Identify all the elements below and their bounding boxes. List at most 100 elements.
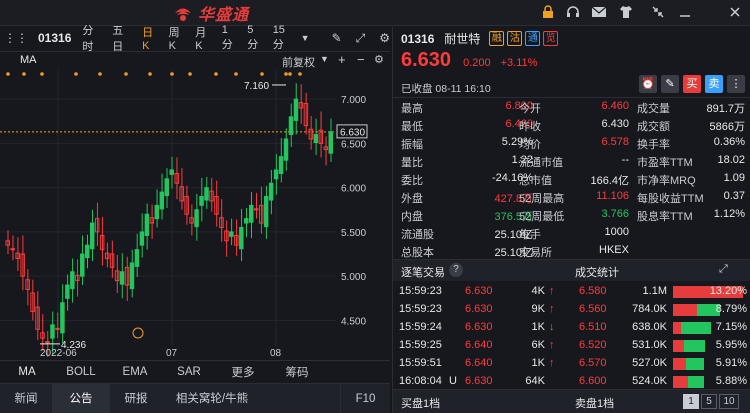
stat-value: 1.12% [713,208,745,220]
trade-price: 6.630 [465,375,493,387]
candle-body [89,222,95,250]
quote-row: 内盘 376.5万 52周最低 3.766 股息率TTM 1.12% [393,206,750,224]
tab-f10[interactable]: F10 [340,383,390,413]
stat-value: 11.106 [596,190,629,202]
event-marker[interactable] [234,72,238,76]
level-1-button[interactable]: 1 [683,394,699,409]
ind-tab-sar[interactable]: SAR [162,366,216,378]
trade-up-icon: ↑ [549,285,555,297]
brand-name: 华盛通 [198,7,250,24]
tab-warrants[interactable]: 相关窝轮/牛熊 [162,384,262,413]
adjust-select[interactable]: 前复权 [282,54,315,70]
ind-tab-more[interactable]: 更多 [216,364,270,380]
tab-research[interactable]: 研报 [110,384,162,413]
mail-icon[interactable] [591,5,607,21]
tab-news[interactable]: 新闻 [0,384,52,413]
candle-body [60,302,65,334]
quote-header: 01316 耐世特 融 沽 通 览 [401,30,559,47]
event-marker[interactable] [40,72,44,76]
stat-label: 总股本 [401,247,434,259]
more-icon[interactable]: ⋮ [727,75,745,93]
stat-value: 6.578 [601,136,629,148]
trade-row: 15:59:25 6.640 6K ↑ 6.520 531.0K 5.95% [393,337,750,355]
ind-tab-ema[interactable]: EMA [108,366,162,378]
stat-value: 891.7万 [706,103,745,115]
collapse-icon[interactable] [650,5,666,21]
vol-pct: 13.20% [709,285,747,297]
period-dropdown-icon[interactable]: ▼ [301,33,310,43]
event-marker[interactable] [284,72,288,76]
candle-body [194,209,199,228]
buy-button[interactable]: 买 [683,75,701,93]
event-marker[interactable] [260,72,264,76]
event-marker[interactable] [298,72,302,76]
fullscreen-icon[interactable]: ⤢ [356,31,366,46]
ind-tab-boll[interactable]: BOLL [54,366,108,378]
close-icon[interactable] [727,5,743,21]
y-tick-label: 6.000 [341,184,366,195]
trade-time: 15:59:51 [399,357,442,369]
adjust-dropdown-icon[interactable]: ▼ [320,54,329,64]
period-tab-weekly[interactable]: 周K [164,24,191,52]
event-marker[interactable] [22,72,26,76]
event-marker[interactable] [214,72,218,76]
shirt-icon[interactable] [618,5,634,21]
event-marker[interactable] [74,72,78,76]
period-tab-monthly[interactable]: 月K [190,24,217,52]
ind-tab-chips[interactable]: 筹码 [270,364,324,380]
event-marker[interactable] [124,72,128,76]
period-tab-15min[interactable]: 15分 [268,24,299,52]
stat-label: 昨收 [519,121,541,133]
level-10-button[interactable]: 10 [719,394,739,409]
logo-icon [175,8,191,21]
vol-pct: 5.88% [715,375,747,387]
expand-icon[interactable]: ⤢ [719,263,728,276]
y-tick-label: 5.000 [341,272,366,283]
minimize-icon[interactable] [677,5,693,21]
sidebar-toggle-icon[interactable]: ⋮⋮ [4,31,28,45]
quote-actions: ⏰ ✎ 买 卖 ⋮ [639,75,750,93]
event-marker[interactable] [288,72,292,76]
quote-code: 01316 [401,31,435,46]
quote-row: 总股本 25.10亿 交易所 HKEX [393,242,750,260]
candle-body [273,169,279,180]
candle-body [139,231,145,246]
period-tab-5min[interactable]: 5分 [242,24,267,52]
kline-chart[interactable]: 7.0006.5006.0005.5005.0004.500 2022-06 07… [0,69,390,359]
vol-pct: 5.95% [715,339,747,351]
event-marker[interactable] [98,72,102,76]
event-marker[interactable] [188,72,192,76]
y-tick-label: 7.000 [341,95,366,106]
chart-settings-icon[interactable]: ⚙ [374,53,384,66]
event-marker[interactable] [170,72,174,76]
alert-icon[interactable]: ⏰ [639,75,657,93]
ind-tab-ma[interactable]: MA [0,366,54,378]
period-tab-5day[interactable]: 五日 [107,22,137,54]
x-tick-label: 07 [166,348,178,359]
lock-icon[interactable] [540,5,556,21]
trades-title: 逐笔交易 [401,267,445,279]
edit-icon[interactable]: ✎ [661,75,679,93]
stat-value: 3.766 [601,208,629,220]
help-icon[interactable]: ? [449,263,463,277]
zoom-out-icon[interactable]: − [357,52,365,67]
quote-row: 量比 1.22 流通市值 -- 市盈率TTM 18.02 [393,152,750,170]
zoom-in-icon[interactable]: + [338,52,346,67]
vol-bar-sell [686,358,705,370]
tab-announcements[interactable]: 公告 [52,383,110,413]
candle-body [50,324,55,339]
indicator-tabs: MA BOLL EMA SAR 更多 筹码 [0,360,390,382]
headset-icon[interactable] [565,5,581,21]
draw-tool-icon[interactable]: ✎ [332,31,342,45]
settings-icon[interactable]: ⚙ [379,31,390,45]
announcement-marker-icon[interactable] [132,327,144,339]
volume-stats-title: 成交统计 [575,267,619,279]
event-marker[interactable] [148,72,152,76]
level-5-button[interactable]: 5 [701,394,717,409]
period-tab-daily[interactable]: 日K [137,24,164,52]
sell-button[interactable]: 卖 [705,75,723,93]
period-tab-timeshare[interactable]: 分时 [77,22,107,54]
event-marker[interactable] [6,72,10,76]
period-tab-1min[interactable]: 1分 [217,24,242,52]
trade-time: 15:59:25 [399,339,442,351]
